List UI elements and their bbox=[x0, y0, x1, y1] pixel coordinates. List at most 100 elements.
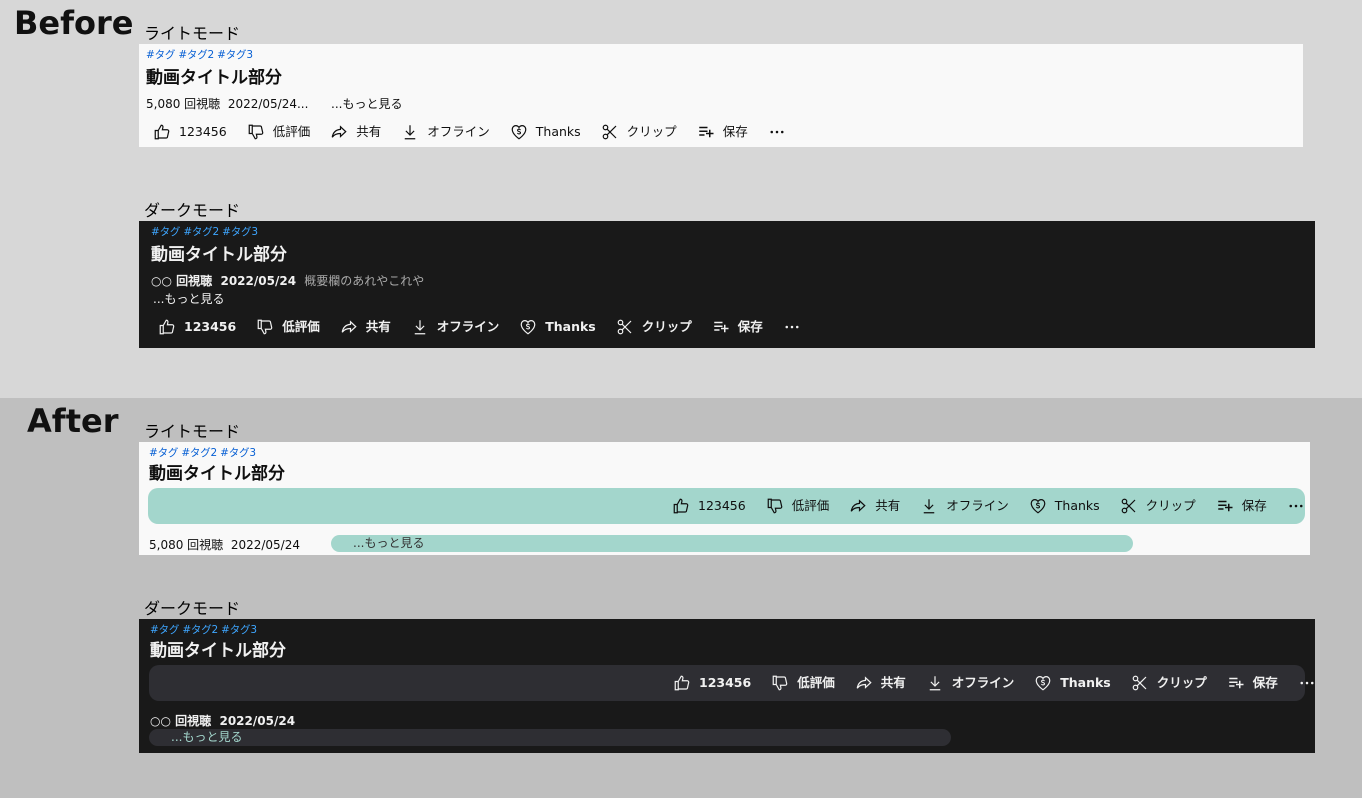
before-dark-mode-label: ダークモード bbox=[144, 201, 241, 220]
after-light-mode-label: ライトモード bbox=[144, 422, 241, 441]
download-icon bbox=[926, 674, 944, 692]
action-bar: 123456 低評価 共有 オフライン Thanks クリップ 保存 bbox=[672, 493, 1305, 519]
tag-links[interactable]: #タグ #タグ2 #タグ3 bbox=[149, 445, 256, 460]
save-button[interactable]: 保存 bbox=[1216, 497, 1267, 515]
like-count: 123456 bbox=[179, 123, 227, 139]
playlist-add-icon bbox=[697, 123, 715, 141]
save-button[interactable]: 保存 bbox=[697, 123, 748, 141]
thumbs-up-icon bbox=[158, 318, 176, 336]
save-button[interactable]: 保存 bbox=[712, 318, 763, 336]
thanks-button[interactable]: Thanks bbox=[519, 318, 596, 336]
show-more-link[interactable]: ...もっと見る bbox=[149, 729, 951, 746]
clip-label: クリップ bbox=[641, 318, 692, 334]
more-horizontal-icon bbox=[768, 123, 786, 141]
more-actions-button[interactable] bbox=[768, 123, 786, 141]
show-more-link[interactable]: ...もっと見る bbox=[331, 95, 402, 112]
video-title: 動画タイトル部分 bbox=[150, 641, 286, 661]
save-label: 保存 bbox=[1252, 674, 1278, 690]
offline-button[interactable]: オフライン bbox=[920, 497, 1009, 515]
download-icon bbox=[920, 497, 938, 515]
share-label: 共有 bbox=[880, 674, 906, 690]
after-heading: After bbox=[27, 402, 119, 440]
more-horizontal-icon bbox=[1287, 497, 1305, 515]
thumbs-down-icon bbox=[256, 318, 274, 336]
video-title: 動画タイトル部分 bbox=[149, 464, 285, 484]
video-meta: ○○ 回視聴 2022/05/24 概要欄のあれやこれや bbox=[151, 272, 424, 289]
before-section: Before ライトモード #タグ #タグ2 #タグ3 動画タイトル部分 5,0… bbox=[0, 0, 1362, 398]
offline-label: オフライン bbox=[946, 497, 1009, 513]
dislike-button[interactable]: 低評価 bbox=[256, 318, 320, 336]
share-button[interactable]: 共有 bbox=[330, 123, 381, 141]
thanks-heart-icon bbox=[519, 318, 537, 336]
offline-button[interactable]: オフライン bbox=[411, 318, 500, 336]
clip-button[interactable]: クリップ bbox=[1120, 497, 1196, 515]
dislike-button[interactable]: 低評価 bbox=[766, 497, 830, 515]
action-bar: 123456 低評価 共有 オフライン Thanks クリップ 保存 bbox=[158, 314, 801, 340]
upload-date: 2022/05/24... bbox=[227, 97, 309, 111]
thumbs-down-icon bbox=[771, 674, 789, 692]
offline-label: オフライン bbox=[951, 674, 1015, 690]
more-actions-button[interactable] bbox=[1287, 497, 1305, 515]
clip-button[interactable]: クリップ bbox=[1131, 674, 1207, 692]
more-actions-button[interactable] bbox=[783, 318, 801, 336]
view-count: ○○ 回視聴 bbox=[150, 714, 212, 728]
dislike-label: 低評価 bbox=[791, 497, 830, 513]
scissors-icon bbox=[601, 123, 619, 141]
thumbs-up-icon bbox=[672, 497, 690, 515]
show-more-link[interactable]: ...もっと見る bbox=[331, 535, 1133, 552]
more-horizontal-icon bbox=[783, 318, 801, 336]
more-actions-button[interactable] bbox=[1298, 674, 1316, 692]
before-heading: Before bbox=[14, 4, 134, 42]
like-count: 123456 bbox=[699, 674, 752, 690]
show-more-link[interactable]: ...もっと見る bbox=[153, 290, 224, 307]
thanks-heart-icon bbox=[510, 123, 528, 141]
download-icon bbox=[411, 318, 429, 336]
like-button[interactable]: 123456 bbox=[673, 674, 751, 692]
thumbs-up-icon bbox=[673, 674, 691, 692]
save-label: 保存 bbox=[737, 318, 763, 334]
thanks-label: Thanks bbox=[535, 123, 581, 139]
before-light-mode-label: ライトモード bbox=[144, 24, 241, 43]
after-dark-mode-label: ダークモード bbox=[144, 599, 241, 618]
tag-links[interactable]: #タグ #タグ2 #タグ3 bbox=[151, 224, 258, 239]
like-button[interactable]: 123456 bbox=[158, 318, 236, 336]
like-button[interactable]: 123456 bbox=[672, 497, 746, 515]
share-icon bbox=[330, 123, 348, 141]
share-icon bbox=[855, 674, 873, 692]
thanks-button[interactable]: Thanks bbox=[1029, 497, 1100, 515]
dislike-label: 低評価 bbox=[282, 318, 320, 334]
thanks-heart-icon bbox=[1029, 497, 1047, 515]
thanks-label: Thanks bbox=[1054, 497, 1100, 513]
share-button[interactable]: 共有 bbox=[340, 318, 391, 336]
offline-label: オフライン bbox=[436, 318, 500, 334]
thanks-label: Thanks bbox=[1060, 674, 1111, 690]
video-meta: ○○ 回視聴 2022/05/24 bbox=[150, 712, 295, 729]
clip-button[interactable]: クリップ bbox=[616, 318, 692, 336]
thanks-button[interactable]: Thanks bbox=[1034, 674, 1111, 692]
tag-links[interactable]: #タグ #タグ2 #タグ3 bbox=[150, 622, 257, 637]
share-button[interactable]: 共有 bbox=[849, 497, 900, 515]
offline-label: オフライン bbox=[427, 123, 490, 139]
thanks-heart-icon bbox=[1034, 674, 1052, 692]
tag-links[interactable]: #タグ #タグ2 #タグ3 bbox=[146, 47, 253, 62]
share-button[interactable]: 共有 bbox=[855, 674, 906, 692]
thanks-button[interactable]: Thanks bbox=[510, 123, 581, 141]
save-button[interactable]: 保存 bbox=[1227, 674, 1278, 692]
dislike-button[interactable]: 低評価 bbox=[771, 674, 835, 692]
more-horizontal-icon bbox=[1298, 674, 1316, 692]
playlist-add-icon bbox=[712, 318, 730, 336]
share-label: 共有 bbox=[875, 497, 901, 513]
thumbs-down-icon bbox=[247, 123, 265, 141]
scissors-icon bbox=[616, 318, 634, 336]
save-label: 保存 bbox=[722, 123, 748, 139]
before-dark-panel: #タグ #タグ2 #タグ3 動画タイトル部分 ○○ 回視聴 2022/05/24… bbox=[139, 221, 1315, 348]
like-button[interactable]: 123456 bbox=[153, 123, 227, 141]
offline-button[interactable]: オフライン bbox=[926, 674, 1015, 692]
after-light-panel: #タグ #タグ2 #タグ3 動画タイトル部分 123456 低評価 共有 オフラ… bbox=[139, 442, 1310, 555]
after-section: After ライトモード #タグ #タグ2 #タグ3 動画タイトル部分 1234… bbox=[0, 398, 1362, 798]
dislike-button[interactable]: 低評価 bbox=[247, 123, 310, 141]
offline-button[interactable]: オフライン bbox=[401, 123, 490, 141]
video-title: 動画タイトル部分 bbox=[146, 68, 282, 88]
clip-button[interactable]: クリップ bbox=[601, 123, 677, 141]
upload-date: 2022/05/24 bbox=[219, 714, 296, 728]
